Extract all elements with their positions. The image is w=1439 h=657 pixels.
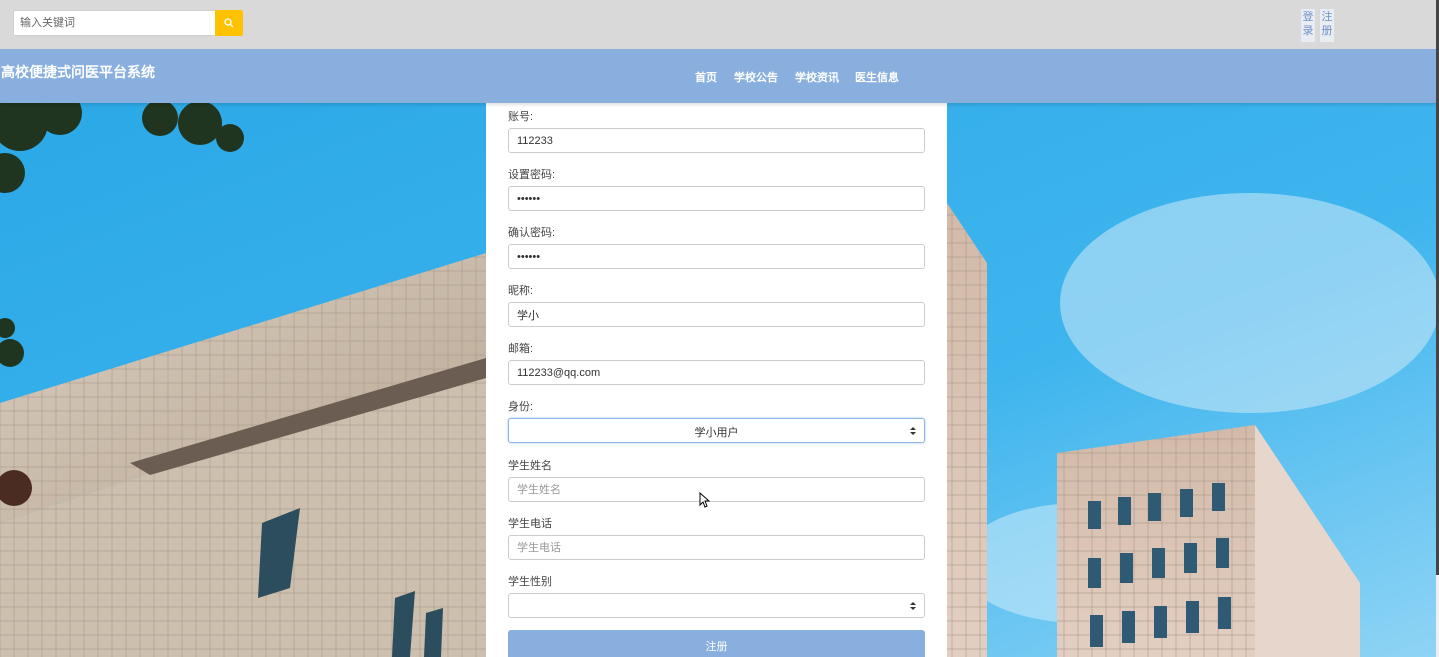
nav-item-school-news[interactable]: 学校资讯 (795, 69, 839, 85)
nickname-label: 昵称: (508, 285, 534, 297)
nav-item-school-notices[interactable]: 学校公告 (734, 69, 778, 85)
confirm-password-label: 确认密码: (508, 227, 556, 239)
password-label: 设置密码: (508, 169, 556, 181)
student-gender-select[interactable] (508, 593, 925, 618)
mouse-cursor-icon (699, 492, 710, 508)
student-name-input[interactable] (508, 477, 925, 502)
search-button[interactable] (215, 10, 243, 36)
main-navbar: 高校便捷式问医平台系统 首页 学校公告 学校资讯 医生信息 (0, 49, 1439, 103)
register-form: 账号: 设置密码: 确认密码: 昵称: 邮箱: 身份: 学小用户 学生姓名 学生… (486, 103, 947, 657)
email-input[interactable] (508, 360, 925, 385)
student-gender-label: 学生性别 (508, 576, 552, 588)
register-link[interactable]: 注册 (1320, 9, 1334, 42)
nav-item-doctor-info[interactable]: 医生信息 (855, 69, 899, 85)
register-submit-button[interactable]: 注册 (508, 630, 925, 657)
identity-selected-value: 学小用户 (694, 427, 739, 439)
student-phone-input[interactable] (508, 535, 925, 560)
student-name-label: 学生姓名 (508, 460, 552, 472)
top-bar: 登录 注册 (0, 0, 1439, 49)
account-label: 账号: (508, 111, 534, 123)
confirm-password-input[interactable] (508, 244, 925, 269)
select-arrows-icon (910, 602, 916, 610)
select-arrows-icon (910, 427, 916, 435)
search-input[interactable] (13, 10, 216, 36)
student-phone-label: 学生电话 (508, 518, 552, 530)
login-link[interactable]: 登录 (1301, 9, 1315, 42)
site-title: 高校便捷式问医平台系统 (1, 64, 155, 80)
identity-select[interactable]: 学小用户 (508, 418, 925, 443)
account-input[interactable] (508, 128, 925, 153)
nickname-input[interactable] (508, 302, 925, 327)
search-icon (224, 18, 234, 28)
password-input[interactable] (508, 186, 925, 211)
nav-item-home[interactable]: 首页 (695, 69, 717, 85)
email-label: 邮箱: (508, 343, 534, 355)
identity-label: 身份: (508, 401, 534, 413)
